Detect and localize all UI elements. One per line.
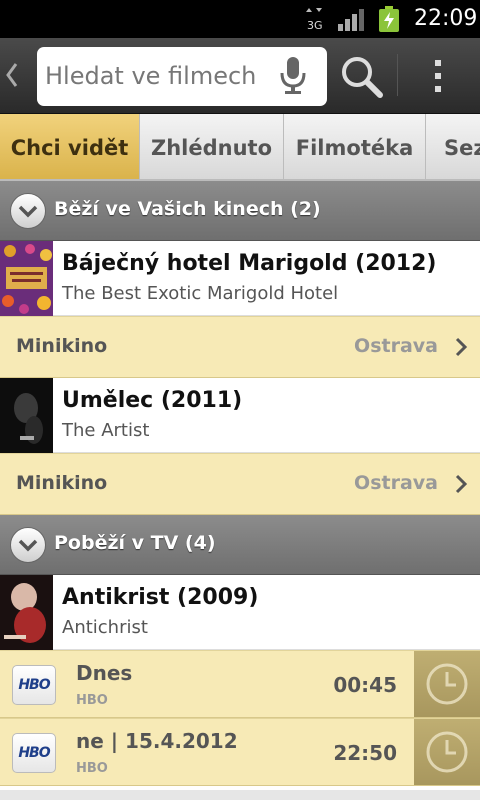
cinema-name: Minikino (16, 335, 108, 357)
section-title: Běží ve Vašich kinech (2) (54, 198, 321, 220)
movie-title: Báječný hotel Marigold (2012) (62, 251, 437, 276)
movie-original-title: The Best Exotic Marigold Hotel (62, 283, 339, 304)
airing-day: Dnes (76, 661, 133, 685)
section-title: Poběží v TV (4) (54, 532, 216, 554)
list-bottom-edge (0, 786, 480, 790)
tab-zhlednuto[interactable]: Zhlédnuto (140, 114, 284, 179)
airing-day: ne | 15.4.2012 (76, 729, 238, 753)
tab-bar: Chci vidět Zhlédnuto Filmotéka Sez (0, 114, 480, 181)
search-input[interactable] (45, 57, 275, 95)
cinema-row[interactable]: Minikino Ostrava (0, 316, 480, 378)
movie-original-title: The Artist (62, 420, 150, 441)
clock-icon (426, 663, 468, 705)
airing-channel: HBO (76, 761, 108, 776)
section-header-cinema[interactable]: Běží ve Vašich kinech (2) (0, 181, 480, 241)
action-divider (397, 54, 398, 96)
channel-logo: HBO (12, 733, 56, 773)
poster-antichrist (0, 575, 53, 650)
microphone-icon[interactable] (280, 57, 306, 95)
status-bar: 3G 22:09 (0, 0, 480, 38)
chevron-right-icon (455, 474, 468, 494)
overflow-menu-icon[interactable] (433, 58, 443, 94)
movie-title: Antikrist (2009) (62, 585, 259, 610)
movie-title: Umělec (2011) (62, 388, 243, 413)
poster-artist (0, 378, 53, 453)
channel-logo: HBO (12, 665, 56, 705)
tv-airing-row[interactable]: HBO ne | 15.4.2012 HBO 22:50 (0, 718, 480, 786)
search-icon[interactable] (340, 55, 384, 99)
tab-filmoteka[interactable]: Filmotéka (284, 114, 426, 179)
airing-time: 00:45 (333, 673, 397, 697)
movie-original-title: Antichrist (62, 617, 148, 638)
back-icon[interactable] (2, 58, 22, 92)
poster-marigold (0, 241, 53, 316)
movie-row-artist[interactable]: Umělec (2011) The Artist (0, 378, 480, 453)
airing-channel: HBO (76, 693, 108, 708)
chevron-right-icon (455, 337, 468, 357)
cinema-city: Ostrava (354, 335, 438, 357)
tab-sez[interactable]: Sez (426, 114, 480, 179)
battery-charging-icon (379, 6, 399, 32)
reminder-button[interactable] (414, 719, 480, 785)
cinema-name: Minikino (16, 472, 108, 494)
collapse-chevron-icon[interactable] (10, 527, 46, 563)
signal-icon (338, 9, 364, 31)
section-header-tv[interactable]: Poběží v TV (4) (0, 515, 480, 575)
movie-row-marigold[interactable]: Báječný hotel Marigold (2012) The Best E… (0, 241, 480, 316)
airing-time: 22:50 (333, 741, 397, 765)
tv-airing-row[interactable]: HBO Dnes HBO 00:45 (0, 650, 480, 718)
network-3g-icon: 3G (306, 8, 322, 32)
action-bar (0, 38, 480, 114)
collapse-chevron-icon[interactable] (10, 193, 46, 229)
clock-icon (426, 731, 468, 773)
cinema-city: Ostrava (354, 472, 438, 494)
network-label: 3G (307, 19, 322, 32)
status-time: 22:09 (414, 6, 478, 31)
reminder-button[interactable] (414, 651, 480, 717)
tab-chci-videt[interactable]: Chci vidět (0, 114, 140, 179)
movie-row-antichrist[interactable]: Antikrist (2009) Antichrist (0, 575, 480, 650)
cinema-row[interactable]: Minikino Ostrava (0, 453, 480, 515)
